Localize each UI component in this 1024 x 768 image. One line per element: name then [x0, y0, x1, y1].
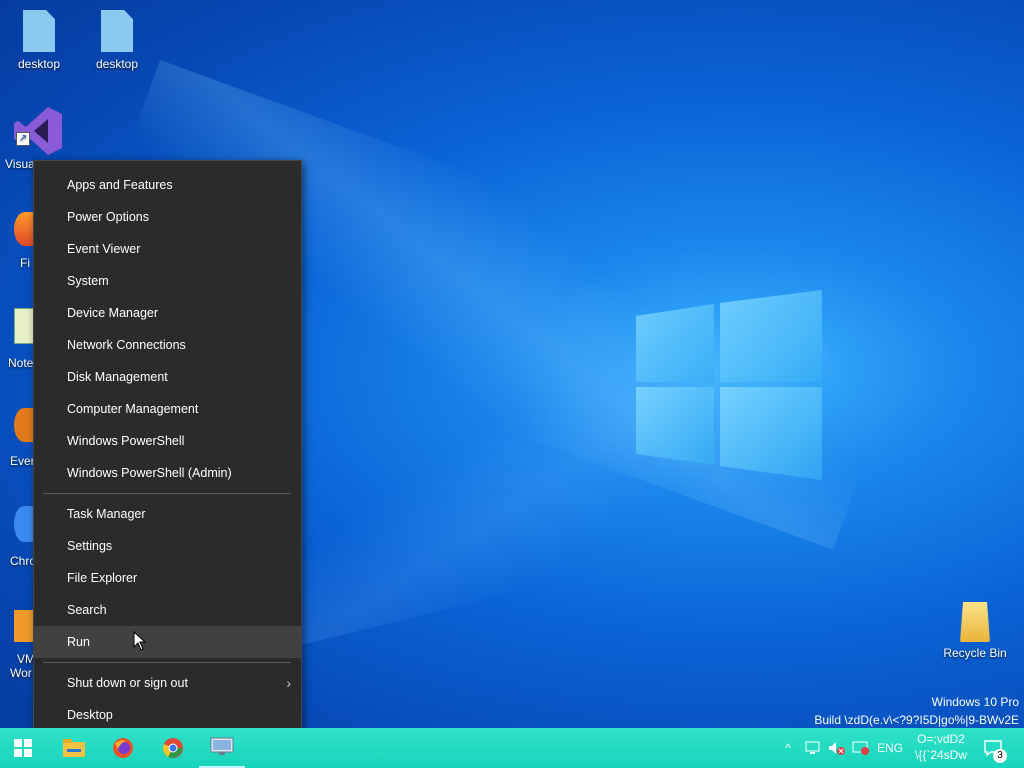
- menu-item-windows-powershell[interactable]: Windows PowerShell: [34, 425, 301, 457]
- mouse-cursor-icon: [133, 631, 147, 651]
- remote-desktop-icon: [210, 737, 234, 755]
- menu-item-system[interactable]: System: [34, 265, 301, 297]
- desktop-file-label: desktop: [17, 57, 61, 71]
- tray-language[interactable]: ENG: [875, 728, 905, 768]
- taskbar-chrome[interactable]: [150, 728, 196, 768]
- windows-logo-wallpaper: [636, 290, 822, 480]
- tray-network[interactable]: [803, 728, 823, 768]
- taskbar-remote-desktop[interactable]: [199, 728, 245, 768]
- windows-start-icon: [14, 739, 32, 757]
- shortcut-arrow-icon: ↗: [16, 132, 30, 146]
- show-hidden-icons-button[interactable]: ^: [778, 728, 798, 768]
- recycle-bin-label: Recycle Bin: [943, 646, 1007, 660]
- menu-item-event-viewer[interactable]: Event Viewer: [34, 233, 301, 265]
- recycle-bin-icon: [960, 602, 990, 642]
- menu-item-apps-and-features[interactable]: Apps and Features: [34, 169, 301, 201]
- menu-item-windows-powershell-admin[interactable]: Windows PowerShell (Admin): [34, 457, 301, 489]
- menu-item-power-options[interactable]: Power Options: [34, 201, 301, 233]
- menu-item-label: Shut down or sign out: [67, 676, 188, 690]
- clock-line-1: O=;vdD2: [917, 732, 965, 746]
- menu-item-computer-management[interactable]: Computer Management: [34, 393, 301, 425]
- file-explorer-icon: [63, 739, 85, 757]
- chrome-icon: [14, 506, 34, 542]
- menu-separator: [43, 493, 291, 494]
- recycle-bin[interactable]: Recycle Bin: [940, 602, 1010, 660]
- menu-item-network-connections[interactable]: Network Connections: [34, 329, 301, 361]
- shortcut-label: Visua: [5, 157, 35, 171]
- shortcut-label: Fi: [20, 256, 30, 270]
- shortcut-label: Wor: [10, 666, 32, 680]
- vmware-icon: [14, 610, 34, 642]
- chevron-up-icon: ^: [785, 741, 791, 755]
- taskbar: ^ ENG O=;vdD2 \{{`24sDw: [0, 728, 1024, 768]
- notification-count-badge: 3: [993, 749, 1007, 763]
- everything-shortcut[interactable]: Ever: [10, 408, 35, 468]
- menu-item-device-manager[interactable]: Device Manager: [34, 297, 301, 329]
- display-icon: [852, 741, 869, 755]
- menu-separator: [43, 662, 291, 663]
- winx-context-menu: Apps and Features Power Options Event Vi…: [33, 160, 302, 740]
- menu-item-run[interactable]: Run: [34, 626, 301, 658]
- everything-icon: [14, 408, 34, 442]
- visual-studio-icon: [14, 107, 62, 155]
- menu-item-disk-management[interactable]: Disk Management: [34, 361, 301, 393]
- menu-item-desktop[interactable]: Desktop: [34, 699, 301, 731]
- firefox-icon: [113, 738, 133, 758]
- shortcut-label: Note: [8, 356, 34, 370]
- vmware-shortcut[interactable]: VM Wor: [10, 610, 35, 680]
- visual-studio-shortcut[interactable]: ↗ Visua: [5, 105, 64, 171]
- desktop-file-icon[interactable]: desktop: [80, 10, 154, 71]
- clock-line-2: \{{`24sDw: [914, 748, 968, 762]
- taskbar-firefox[interactable]: [100, 728, 146, 768]
- document-icon: [101, 10, 133, 52]
- shortcut-label: Ever: [10, 454, 35, 468]
- chevron-right-icon: ›: [286, 675, 291, 691]
- tray-volume[interactable]: [827, 728, 847, 768]
- menu-item-settings[interactable]: Settings: [34, 530, 301, 562]
- chrome-icon: [163, 738, 183, 758]
- document-icon: [23, 10, 55, 52]
- start-button[interactable]: [0, 728, 46, 768]
- tray-remote[interactable]: [851, 728, 871, 768]
- menu-item-task-manager[interactable]: Task Manager: [34, 498, 301, 530]
- taskbar-file-explorer[interactable]: [51, 728, 97, 768]
- menu-item-search[interactable]: Search: [34, 594, 301, 626]
- tray-clock[interactable]: O=;vdD2 \{{`24sDw: [908, 731, 974, 763]
- network-icon: [805, 741, 820, 754]
- desktop-file-label: desktop: [95, 57, 139, 71]
- menu-item-shut-down-or-sign-out[interactable]: Shut down or sign out ›: [34, 667, 301, 699]
- windows-edition-watermark: Windows 10 Pro: [931, 695, 1019, 709]
- windows-build-watermark: Build \zdD(e.v\<?9?I5D|go%|9-BWv2E: [814, 713, 1019, 727]
- desktop-file-icon[interactable]: desktop: [2, 10, 76, 71]
- chrome-shortcut[interactable]: Chro: [10, 506, 36, 568]
- volume-muted-icon: [829, 742, 845, 755]
- menu-item-file-explorer[interactable]: File Explorer: [34, 562, 301, 594]
